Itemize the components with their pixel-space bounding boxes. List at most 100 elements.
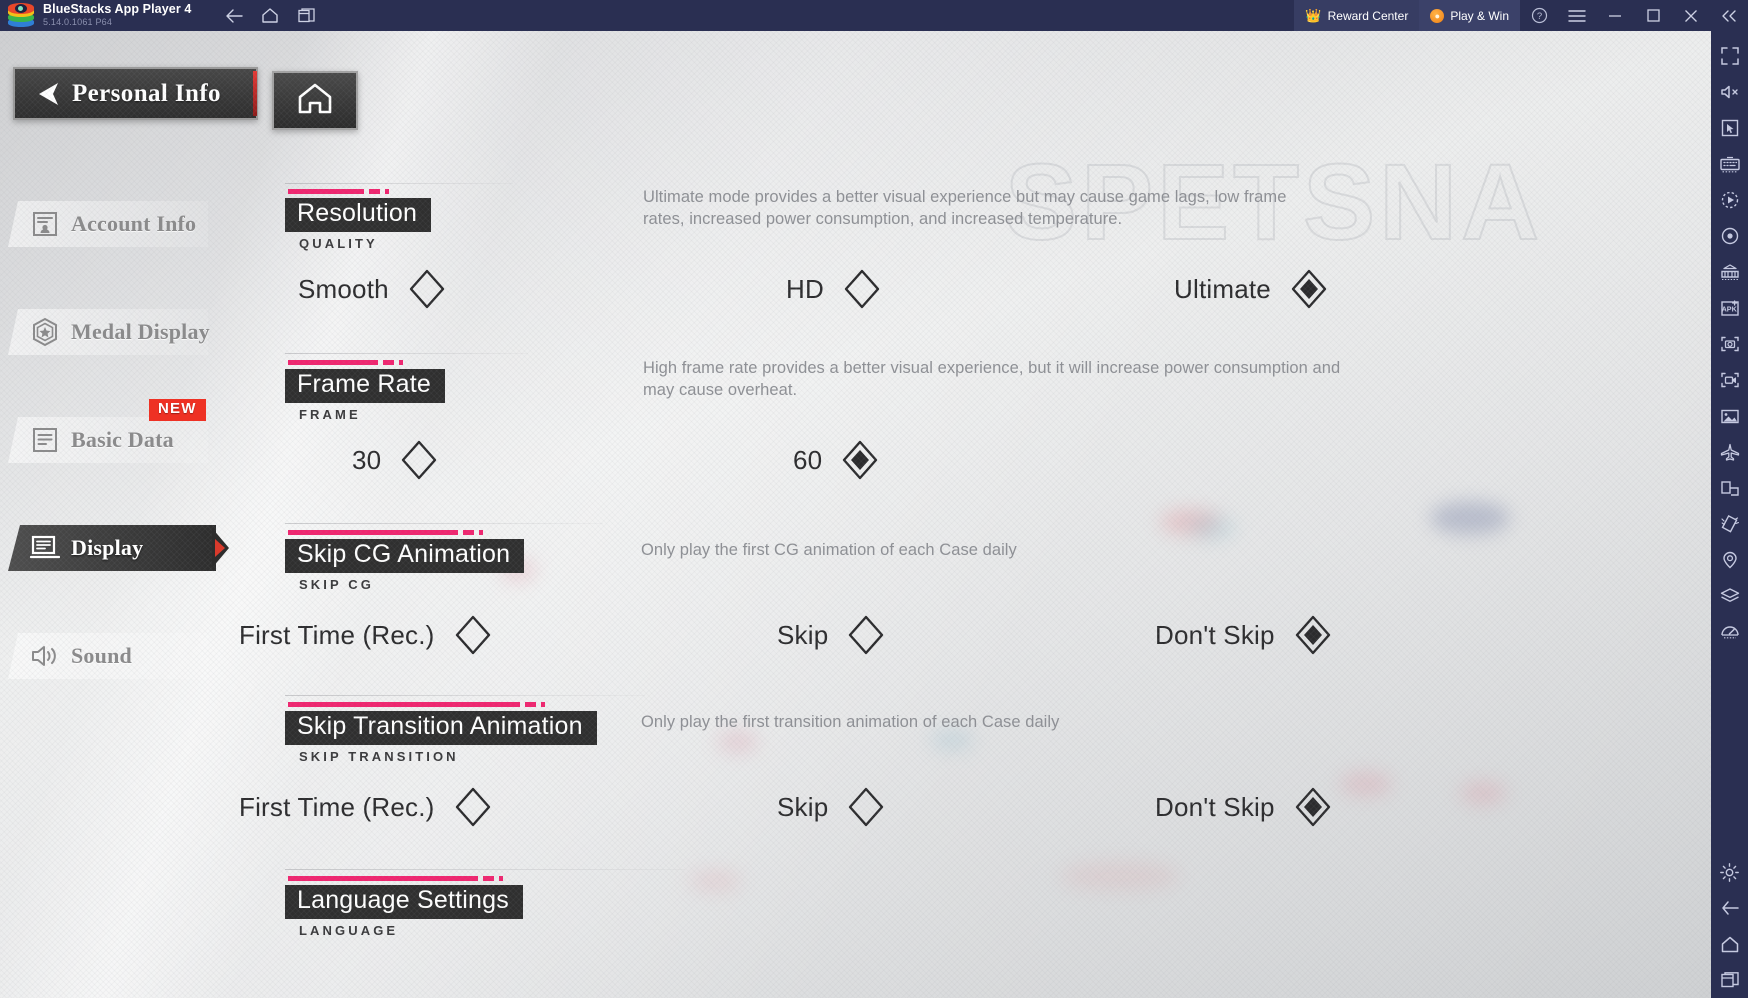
personal-info-header-button[interactable]: Personal Info bbox=[13, 67, 258, 120]
keyboard-icon[interactable] bbox=[1711, 146, 1748, 182]
radio-diamond-selected[interactable] bbox=[1287, 267, 1331, 311]
location-icon[interactable] bbox=[1711, 542, 1748, 578]
section-subtitle: QUALITY bbox=[299, 236, 378, 251]
sidebar-item-display[interactable]: Display bbox=[8, 525, 273, 571]
app-name: BlueStacks App Player 4 bbox=[43, 2, 192, 17]
shake-icon[interactable] bbox=[1711, 506, 1748, 542]
option-skiptransition-first-time[interactable]: First Time (Rec.) bbox=[239, 785, 495, 829]
option-label: 60 bbox=[793, 444, 823, 475]
back-arrow-icon[interactable] bbox=[1711, 890, 1748, 926]
section-divider bbox=[285, 869, 685, 870]
section-subtitle: SKIP CG bbox=[299, 577, 374, 592]
sidebar-item-label: Display bbox=[71, 535, 144, 560]
section-description: Only play the first CG animation of each… bbox=[641, 541, 1017, 559]
option-framerate-60[interactable]: 60 bbox=[793, 438, 882, 482]
section-subtitle: FRAME bbox=[299, 407, 361, 422]
radio-diamond-selected[interactable] bbox=[1291, 613, 1335, 657]
sidebar-item-account-info[interactable]: Account Info bbox=[8, 201, 273, 247]
decor-smudge bbox=[1060, 861, 1180, 891]
option-resolution-hd[interactable]: HD bbox=[786, 267, 884, 311]
section-title: Skip Transition Animation bbox=[285, 711, 597, 745]
accent-dashes bbox=[288, 360, 445, 365]
multi-instance-manager-icon[interactable] bbox=[1711, 254, 1748, 290]
minimize-button[interactable] bbox=[1596, 0, 1634, 31]
option-framerate-30[interactable]: 30 bbox=[352, 438, 441, 482]
macro-record-icon[interactable] bbox=[1711, 182, 1748, 218]
multi-instance-icon[interactable] bbox=[289, 0, 323, 31]
option-skipcg-skip[interactable]: Skip bbox=[777, 613, 888, 657]
reward-center-button[interactable]: 👑 Reward Center bbox=[1294, 0, 1420, 31]
airplane-icon[interactable] bbox=[1711, 434, 1748, 470]
settings-sidebar-menu: Account Info Medal Display Basic Data NE… bbox=[8, 201, 273, 741]
option-label: First Time (Rec.) bbox=[239, 791, 435, 822]
sidebar-item-basic-data[interactable]: Basic Data NEW bbox=[8, 399, 273, 463]
option-skipcg-dont-skip[interactable]: Don't Skip bbox=[1155, 613, 1335, 657]
section-title: Resolution bbox=[285, 198, 432, 232]
radio-diamond-selected[interactable] bbox=[838, 438, 882, 482]
accent-dashes bbox=[288, 702, 597, 707]
settings-gear-icon[interactable] bbox=[1711, 854, 1748, 890]
decor-smudge bbox=[1340, 771, 1392, 797]
section-header: Skip CG Animation SKIP CG bbox=[285, 530, 525, 592]
section-subtitle: SKIP TRANSITION bbox=[299, 749, 459, 764]
close-button[interactable] bbox=[1672, 0, 1710, 31]
game-viewport: SPETSNA Personal Info Account Info Medal… bbox=[0, 31, 1711, 998]
option-resolution-smooth[interactable]: Smooth bbox=[298, 267, 449, 311]
maximize-button[interactable] bbox=[1634, 0, 1672, 31]
app-title-block: BlueStacks App Player 4 5.14.0.1061 P64 bbox=[43, 3, 191, 28]
section-header: Skip Transition Animation SKIP TRANSITIO… bbox=[285, 702, 597, 764]
app-version: 5.14.0.1061 P64 bbox=[43, 17, 113, 28]
radio-diamond-selected[interactable] bbox=[1291, 785, 1335, 829]
sidebar-item-label: Sound bbox=[71, 643, 132, 668]
radio-diamond-unselected[interactable] bbox=[844, 785, 888, 829]
section-title: Language Settings bbox=[285, 885, 523, 919]
media-manager-icon[interactable] bbox=[1711, 398, 1748, 434]
bluestacks-window: BlueStacks App Player 4 5.14.0.1061 P64 … bbox=[0, 0, 1748, 998]
radio-diamond-unselected[interactable] bbox=[451, 613, 495, 657]
option-label: Skip bbox=[777, 619, 829, 650]
home-icon[interactable] bbox=[1711, 926, 1748, 962]
section-description: Only play the first transition animation… bbox=[641, 713, 1060, 731]
collapse-sidebar-button[interactable] bbox=[1710, 0, 1748, 31]
option-resolution-ultimate[interactable]: Ultimate bbox=[1174, 267, 1331, 311]
radio-diamond-unselected[interactable] bbox=[397, 438, 441, 482]
screenshot-icon[interactable] bbox=[1711, 326, 1748, 362]
svg-text:?: ? bbox=[1536, 11, 1541, 22]
hamburger-menu-icon[interactable] bbox=[1558, 0, 1596, 31]
sidebar-item-sound[interactable]: Sound bbox=[8, 633, 273, 679]
decor-smudge bbox=[1190, 516, 1236, 540]
back-icon[interactable] bbox=[217, 0, 251, 31]
option-skipcg-first-time[interactable]: First Time (Rec.) bbox=[239, 613, 495, 657]
video-record-icon[interactable] bbox=[1711, 362, 1748, 398]
section-header: Language Settings LANGUAGE bbox=[285, 876, 523, 938]
option-skiptransition-dont-skip[interactable]: Don't Skip bbox=[1155, 785, 1335, 829]
decor-smudge bbox=[1160, 509, 1220, 535]
home-header-button[interactable] bbox=[272, 71, 358, 130]
radio-diamond-unselected[interactable] bbox=[840, 267, 884, 311]
play-and-win-button[interactable]: ● Play & Win bbox=[1419, 0, 1520, 31]
svg-text:APK: APK bbox=[1721, 305, 1737, 314]
section-divider bbox=[285, 695, 645, 696]
sidebar-item-medal-display[interactable]: Medal Display bbox=[8, 309, 273, 355]
mute-icon[interactable] bbox=[1711, 74, 1748, 110]
layers-icon[interactable] bbox=[1711, 578, 1748, 614]
radio-diamond-unselected[interactable] bbox=[451, 785, 495, 829]
monitor-icon bbox=[30, 533, 60, 563]
accent-dashes bbox=[288, 189, 431, 194]
rotate-icon[interactable] bbox=[1711, 470, 1748, 506]
document-lines-icon bbox=[30, 425, 60, 455]
radio-diamond-unselected[interactable] bbox=[405, 267, 449, 311]
radio-diamond-unselected[interactable] bbox=[844, 613, 888, 657]
speaker-icon bbox=[30, 641, 60, 671]
eco-mode-icon[interactable] bbox=[1711, 614, 1748, 650]
help-icon[interactable]: ? bbox=[1520, 0, 1558, 31]
install-apk-icon[interactable]: APK bbox=[1711, 290, 1748, 326]
recent-apps-icon[interactable] bbox=[1711, 962, 1748, 998]
record-icon[interactable] bbox=[1711, 218, 1748, 254]
fullscreen-icon[interactable] bbox=[1711, 38, 1748, 74]
pointer-icon[interactable] bbox=[1711, 110, 1748, 146]
accent-dashes bbox=[288, 530, 524, 535]
option-skiptransition-skip[interactable]: Skip bbox=[777, 785, 888, 829]
section-header: Frame Rate FRAME bbox=[285, 360, 445, 422]
home-icon[interactable] bbox=[253, 0, 287, 31]
